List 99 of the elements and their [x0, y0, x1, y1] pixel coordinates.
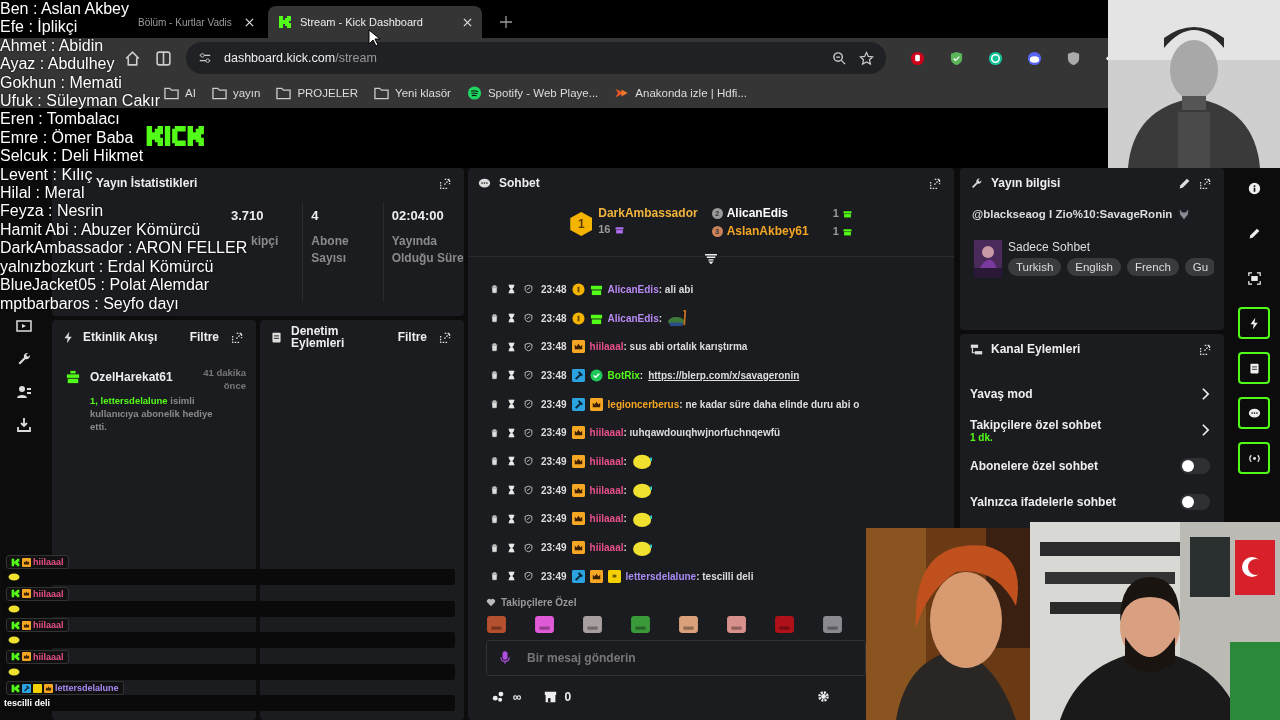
event-text: 1, lettersdelalune isimli kullanıcıya abonelik hediye etti. [90, 394, 214, 433]
action-label: Yalnızca ifadelerle sohbet [970, 495, 1117, 509]
tag[interactable]: Turkish [1008, 258, 1062, 276]
event-time: 41 dakika önce [202, 366, 246, 392]
panel-title: Denetim Eylemleri [291, 325, 346, 349]
action-label: Yavaş mod [970, 387, 1033, 401]
gift-count: 1 [832, 207, 839, 219]
url-text: dashboard.kick.com [224, 51, 336, 65]
url-path: /stream [335, 51, 377, 65]
overlay-name: Ufuk : Süleyman Cakır [0, 92, 161, 111]
message-time: 23:48 [541, 341, 567, 353]
chat-username[interactable]: AlicanEdis [607, 283, 659, 295]
browser-tab[interactable]: Stream - Kick Dashboard [268, 6, 482, 38]
overlay-name: Ahmet : Abidin [0, 36, 104, 56]
stat-label: Yayında Olduğu Süre [391, 233, 464, 267]
message-text: : ali abi [658, 283, 694, 295]
stat-value: 4 [311, 208, 320, 223]
message-time: 23:49 [541, 513, 567, 525]
points-count: ∞ [513, 689, 522, 704]
overlay-username-text: hiilaaal [33, 587, 64, 600]
filter-button[interactable]: Filtre [393, 330, 431, 344]
message-time: 23:48 [541, 369, 567, 381]
overlay-name: Emre : Ömer Baba [0, 128, 134, 148]
overlay-name: Gokhun : Memati [0, 73, 122, 93]
message-time: 23:49 [541, 542, 567, 554]
panel-title: Yayın bilgisi [991, 176, 1061, 190]
message-link[interactable]: https://blerp.com/x/savageronin [648, 369, 800, 381]
emote-section-title: Takipçilere Özel [501, 596, 577, 608]
overlay-name: Levent : Kılıç [0, 165, 93, 185]
chat-username[interactable]: BotRix [607, 369, 640, 381]
bookmark[interactable]: Yeni klasör [374, 86, 451, 100]
gift-count: 16 [598, 223, 611, 235]
message-time: 23:48 [541, 283, 567, 295]
message-text: : [639, 369, 644, 381]
overlay-username-text: hiilaaal [33, 650, 64, 663]
panel-title: Yayın İstatistikleri [96, 176, 198, 190]
message-time: 23:48 [541, 312, 567, 324]
bookmark[interactable]: PROJELER [276, 86, 359, 100]
overlay-name: Ayaz : Abdulhey [0, 55, 115, 74]
gift-count: 1 [832, 225, 839, 237]
message-text: : ne kadar süre daha elinde duru abi o [679, 398, 860, 410]
message-text: : [623, 455, 627, 467]
tag[interactable]: Gu [1184, 258, 1214, 276]
category-name[interactable]: Sadece Sohbet [1008, 240, 1214, 254]
gifter-name[interactable]: AlicanEdis [726, 206, 829, 220]
overlay-username-text: hiilaaal [33, 619, 64, 631]
bookmark[interactable]: Anakonda izle | Hdfi... [614, 86, 747, 100]
message-time: 23:49 [541, 455, 567, 467]
panel-title: Kanal Eylemleri [991, 342, 1081, 356]
store-count: 0 [564, 689, 572, 704]
action-label: Abonelere özel sohbet [970, 459, 1099, 473]
tag[interactable]: French [1127, 258, 1179, 276]
message-time: 23:49 [541, 484, 567, 496]
stat-value: 02:04:00 [391, 208, 445, 223]
message-time: 23:49 [541, 427, 567, 439]
bookmark[interactable]: yayın [211, 86, 261, 100]
stat-value: 3.710 [231, 208, 265, 223]
gifter-name[interactable]: DarkAmbassador [598, 206, 698, 220]
overlay-name: Hilal : Meral [0, 184, 85, 203]
chat-username[interactable]: AlicanEdis [607, 312, 659, 324]
overlay-name: Selcuk : Deli Hikmet [0, 147, 144, 166]
panel-title: Sohbet [499, 176, 540, 190]
message-text: : sus abi ortalık karıştırma [623, 341, 748, 353]
message-text: : ıuhqawdouıqhwjnorfuchnqewfü [623, 427, 781, 439]
overlay-name: Eren : Tombalacı [0, 110, 120, 129]
message-text: : [623, 484, 627, 496]
overlay-username-text: hiilaaal [33, 556, 64, 568]
overlay-name: mptbarbaros : Seyfo dayı [0, 294, 179, 313]
address-bar[interactable]: dashboard.kick.com/stream [186, 42, 886, 74]
overlay-name: BlueJacket05 : Polat Alemdar [0, 276, 209, 295]
action-value: 1 dk. [970, 431, 993, 443]
message-text: : [658, 312, 663, 324]
bookmark[interactable]: Spotify - Web Playe... [466, 86, 599, 100]
rank-badge: 1 [570, 212, 593, 236]
message-text: : tescilli deli [696, 570, 754, 582]
tag[interactable]: English [1067, 258, 1121, 276]
stat-label: kipçi [251, 233, 280, 250]
overlay-name: Hamit Abi : Abuzer Kömürcü [0, 220, 201, 240]
bookmark[interactable]: AI [164, 86, 196, 100]
stat-label: Abone Sayısı [311, 233, 350, 267]
overlay-message: tescilli deli [4, 698, 51, 708]
message-text: : [623, 542, 627, 554]
browser-tab[interactable]: Bölüm - Kurtlar Vadis [134, 6, 258, 38]
overlay-name: Feyza : Nesrin [0, 202, 104, 221]
overlay-name: yalnızbozkurt : Erdal Kömürcü [0, 257, 214, 277]
message-text: : [623, 513, 627, 525]
message-time: 23:49 [541, 398, 567, 410]
message-input[interactable]: Bir mesaj gönderin [486, 639, 866, 676]
event-user: OzelHarekat61 [90, 370, 173, 386]
overlay-name: Efe : İplikçi [0, 18, 78, 37]
panel-title: Etkinlik Akışı [83, 330, 158, 344]
action-label: Takipçilere özel sohbet [970, 417, 1102, 432]
overlay-username-text: lettersdelalune [55, 682, 119, 694]
overlay-name: Ben : Aslan Akbey [0, 0, 129, 18]
stream-title: @blackseaog I Zio%10:SavageRonin [972, 208, 1173, 220]
filter-button[interactable]: Filtre [185, 330, 223, 344]
message-time: 23:49 [541, 570, 567, 582]
overlay-name: DarkAmbassador : ARON FELLER [0, 239, 248, 258]
gifter-name[interactable]: AslanAkbey61 [726, 224, 829, 238]
